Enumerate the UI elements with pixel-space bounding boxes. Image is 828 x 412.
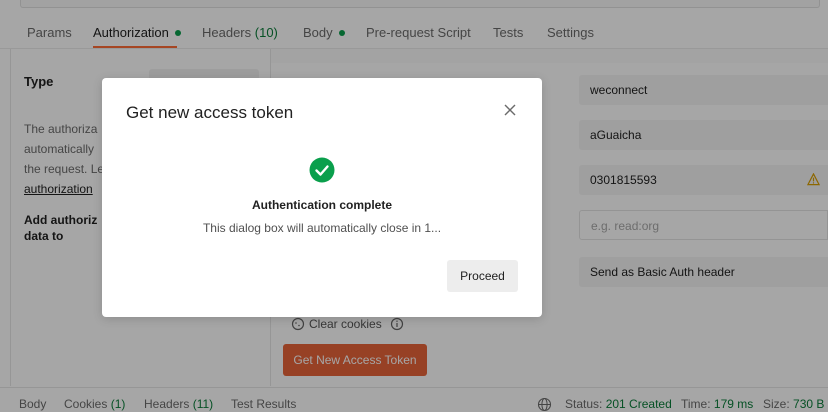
check-circle-icon [309, 157, 335, 183]
auto-close-message: This dialog box will automatically close… [202, 221, 442, 235]
dialog-title: Get new access token [126, 103, 294, 122]
get-new-access-token-dialog: Get new access token Authentication comp… [102, 78, 542, 317]
authentication-complete-heading: Authentication complete [251, 198, 392, 212]
close-icon[interactable] [502, 102, 518, 118]
proceed-button[interactable]: Proceed [447, 260, 518, 292]
